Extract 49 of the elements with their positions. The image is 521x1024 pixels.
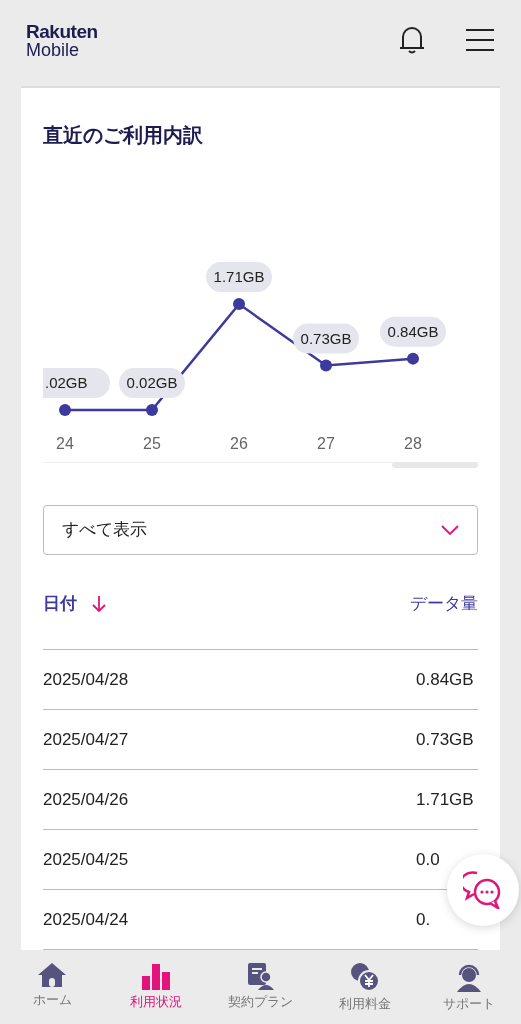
nav-tab[interactable]: 利用状況 (104, 962, 209, 1024)
chat-bubbles-icon (463, 871, 503, 909)
date-cell-text: 2025/04/25 (43, 848, 129, 871)
date-cell-text: 2025/04/26 (43, 788, 129, 811)
date-cell-text: 2025/04/28 (43, 668, 129, 691)
column-header: データ量 (410, 593, 478, 616)
value-label: 0.02GB (119, 368, 185, 399)
data-point (233, 298, 245, 311)
section-title: 直近のご利用内訳 (43, 123, 204, 148)
value-label: 1.71GB (206, 262, 272, 293)
column-header[interactable]: 日付 (43, 591, 77, 617)
value-label: .02GB (43, 368, 110, 399)
date-cell-text: 2025/04/27 (43, 728, 129, 751)
value-label: 0.84GB (380, 316, 446, 347)
nav-tab[interactable]: ホーム (0, 962, 105, 1024)
axis-tick-label: 24 (56, 435, 74, 452)
amount-cell-text: 0. (416, 908, 432, 931)
nav-tab[interactable]: 契約プラン (208, 962, 313, 1024)
date-cell-text: 2025/04/24 (43, 908, 129, 931)
notification-icon[interactable] (399, 25, 425, 55)
filter-dropdown[interactable]: すべて表示 (43, 505, 478, 555)
nav-tab[interactable]: サポート (416, 962, 521, 1024)
bar-chart-icon (141, 962, 172, 990)
amount-cell-text: 0.84GB (416, 668, 475, 691)
nav-tab[interactable]: 利用料金 (312, 962, 417, 1024)
data-label: .02GB (45, 374, 88, 392)
value-label: 0.73GB (293, 323, 359, 354)
data-point (59, 404, 71, 417)
logo[interactable]: Rakuten Mobile (26, 21, 98, 59)
sort-arrow-icon[interactable] (91, 595, 107, 613)
axis-tick-label: 25 (143, 435, 161, 452)
menu-icon[interactable] (465, 28, 495, 52)
data-point (146, 404, 158, 417)
coins-icon (348, 962, 381, 992)
data-point (320, 359, 332, 372)
amount-cell-text: 1.71GB (416, 788, 475, 811)
axis-tick-label: 28 (404, 435, 422, 452)
data-label: 0.73GB (300, 329, 352, 347)
amount-cell-text: 0.0 (416, 848, 441, 871)
amount-cell-text: 0.73GB (416, 728, 475, 751)
document-person-icon (245, 962, 276, 990)
chevron-down-icon (441, 525, 459, 535)
data-label: 0.84GB (387, 322, 439, 340)
data-label: 1.71GB (213, 268, 265, 286)
axis-tick-label: 26 (230, 435, 248, 452)
data-label: 0.02GB (126, 374, 178, 392)
data-point (407, 352, 419, 365)
home-icon (37, 962, 68, 988)
axis-tick-label: 27 (317, 435, 335, 452)
